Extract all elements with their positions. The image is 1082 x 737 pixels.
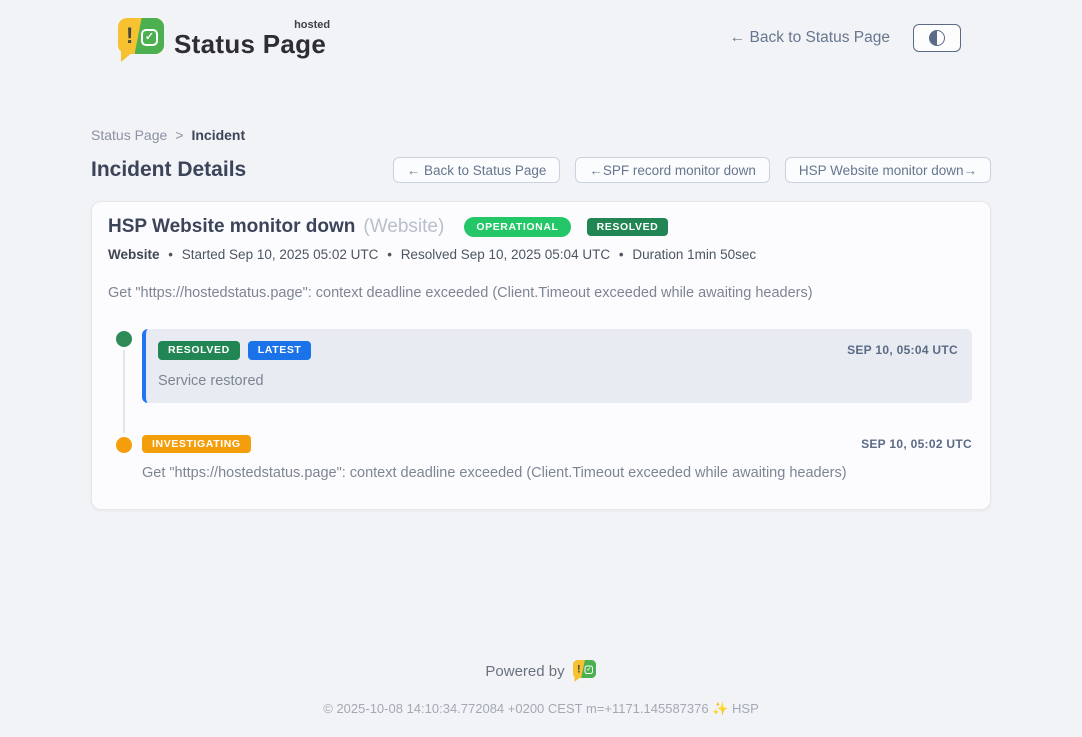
copyright-text: © 2025-10-08 14:10:34.772084 +0200 CEST … xyxy=(0,701,1082,717)
incident-card: HSP Website monitor down (Website) OPERA… xyxy=(91,201,991,510)
header-actions: ← Back to Status Page xyxy=(730,24,961,52)
header-back-link[interactable]: ← Back to Status Page xyxy=(730,29,890,47)
incident-service: Website xyxy=(108,247,160,262)
timeline-message: Get "https://hostedstatus.page": context… xyxy=(142,465,972,481)
footer: Powered by ! ✓ © 2025-10-08 14:10:34.772… xyxy=(0,659,1082,737)
timeline-timestamp: SEP 10, 05:04 UTC xyxy=(847,343,958,357)
operational-badge: OPERATIONAL xyxy=(464,217,570,238)
powered-by-label: Powered by xyxy=(485,663,564,680)
brand-logo-icon: ! ✓ xyxy=(118,16,164,60)
check-icon: ✓ xyxy=(584,666,593,675)
incident-nav-buttons: ← Back to Status Page ←SPF record monito… xyxy=(393,157,991,183)
resolved-badge: RESOLVED xyxy=(587,218,669,237)
timeline-latest-badge: LATEST xyxy=(248,341,312,360)
check-icon: ✓ xyxy=(141,29,158,46)
brand-logo-icon-small: ! ✓ xyxy=(573,659,596,681)
back-to-status-page-button[interactable]: ← Back to Status Page xyxy=(393,157,561,183)
logo-bubble-tail xyxy=(121,52,133,62)
timeline-dot-orange xyxy=(116,437,132,453)
theme-toggle-icon xyxy=(929,30,945,46)
prev-incident-button[interactable]: ←SPF record monitor down xyxy=(575,157,770,183)
breadcrumb: Status Page > Incident xyxy=(91,127,991,143)
brand-text: hosted Status Page xyxy=(174,29,330,60)
breadcrumb-separator: > xyxy=(175,127,183,143)
timeline-badge-row: INVESTIGATING SEP 10, 05:02 UTC xyxy=(142,435,972,454)
meta-separator: • xyxy=(168,247,173,262)
exclamation-icon: ! xyxy=(126,25,133,47)
main-content: Status Page > Incident Incident Details … xyxy=(91,76,991,510)
timeline-resolved-badge: RESOLVED xyxy=(158,341,240,360)
powered-by-logo-icon[interactable]: ! ✓ xyxy=(573,659,597,683)
timeline-highlight-box: RESOLVED LATEST SEP 10, 05:04 UTC Servic… xyxy=(142,329,972,403)
timeline-timestamp: SEP 10, 05:02 UTC xyxy=(861,437,972,451)
timeline-investigating-badge: INVESTIGATING xyxy=(142,435,251,454)
timeline-message: Service restored xyxy=(158,373,958,389)
breadcrumb-incident: Incident xyxy=(191,127,245,143)
incident-meta: Website • Started Sep 10, 2025 05:02 UTC… xyxy=(108,247,972,262)
next-incident-button[interactable]: HSP Website monitor down→ xyxy=(785,157,991,183)
incident-title: HSP Website monitor down xyxy=(108,216,355,238)
meta-separator: • xyxy=(387,247,392,262)
logo-bubble: ! ✓ xyxy=(118,18,164,54)
powered-by: Powered by ! ✓ xyxy=(0,659,1082,683)
timeline-content: INVESTIGATING SEP 10, 05:02 UTC Get "htt… xyxy=(142,435,972,482)
breadcrumb-status-page[interactable]: Status Page xyxy=(91,127,167,143)
incident-timeline: RESOLVED LATEST SEP 10, 05:04 UTC Servic… xyxy=(108,331,972,481)
timeline-dot-green xyxy=(116,331,132,347)
timeline-item-investigating: INVESTIGATING SEP 10, 05:02 UTC Get "htt… xyxy=(108,435,972,482)
theme-toggle-button[interactable] xyxy=(913,24,961,52)
timeline-badge-row: RESOLVED LATEST SEP 10, 05:04 UTC xyxy=(158,341,958,360)
incident-subtitle: (Website) xyxy=(363,216,444,238)
exclamation-icon: ! xyxy=(577,664,581,675)
brand[interactable]: ! ✓ hosted Status Page xyxy=(118,16,330,60)
incident-resolved: Resolved Sep 10, 2025 05:04 UTC xyxy=(401,247,610,262)
logo-bubble: ! ✓ xyxy=(573,660,596,678)
timeline-content: RESOLVED LATEST SEP 10, 05:04 UTC Servic… xyxy=(142,331,972,403)
header: ! ✓ hosted Status Page ← Back to Status … xyxy=(0,0,1082,76)
logo-bubble-tail xyxy=(574,677,580,682)
incident-duration: Duration 1min 50sec xyxy=(632,247,756,262)
title-row: Incident Details ← Back to Status Page ←… xyxy=(91,157,991,183)
timeline-item-resolved: RESOLVED LATEST SEP 10, 05:04 UTC Servic… xyxy=(108,331,972,403)
brand-name: Status Page xyxy=(174,29,326,59)
timeline-connector-line xyxy=(123,349,125,433)
incident-title-row: HSP Website monitor down (Website) OPERA… xyxy=(108,216,972,238)
incident-description: Get "https://hostedstatus.page": context… xyxy=(108,285,972,301)
meta-separator: • xyxy=(619,247,624,262)
page-title: Incident Details xyxy=(91,158,246,182)
brand-hosted-label: hosted xyxy=(294,19,330,31)
incident-started: Started Sep 10, 2025 05:02 UTC xyxy=(182,247,379,262)
